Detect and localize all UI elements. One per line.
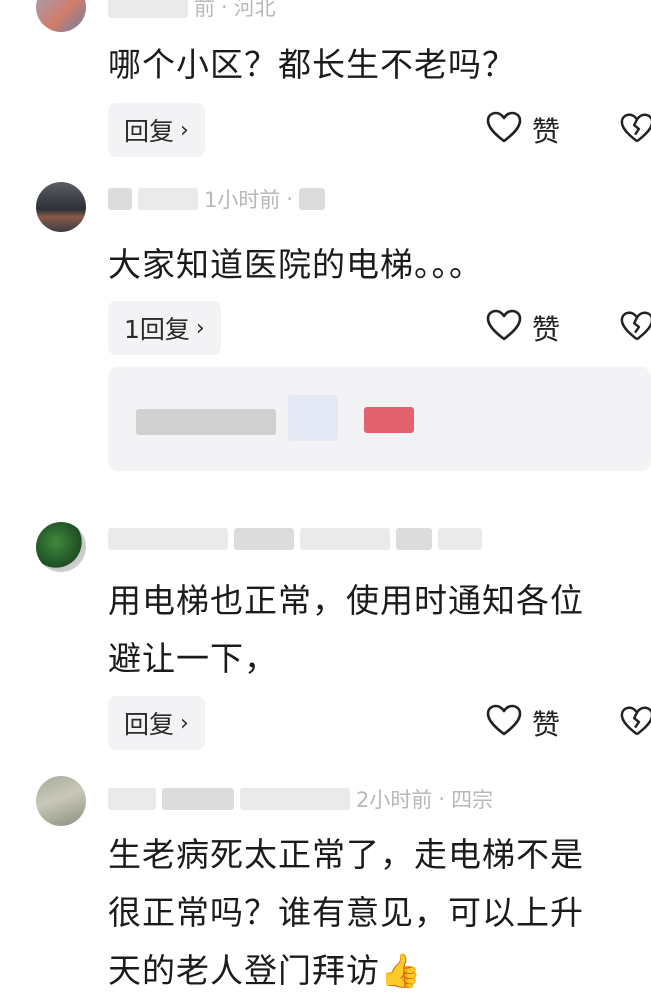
reply-label: 1回复 [124,315,190,344]
dislike-button[interactable] [620,301,651,355]
username-blurred [138,188,198,210]
comment-meta: 前 · 河北 [108,0,628,22]
comment-text: 生老病死太正常了，走电梯不是 很正常吗？谁有意见，可以上升 天的老人登门拜访👍 [108,826,638,1000]
meta-blurred [300,528,390,550]
comment-text-line: 生老病死太正常了，走电梯不是 [108,835,584,874]
chevron-right-icon: › [180,710,189,736]
like-label: 赞 [532,313,561,346]
comment-text-line: 很正常吗？谁有意见，可以上升 [108,893,584,932]
comment-location: 河北 [233,0,276,20]
chevron-right-icon: › [195,315,205,341]
comment-text-line: 避让一下， [108,639,278,678]
username-blurred [108,188,132,210]
comment-time: 1小时前 [204,188,281,212]
like-button[interactable]: 赞 [486,301,560,355]
comment-location: 四宗 [451,788,494,812]
sub-reply-blurred [288,395,338,441]
heart-outline-icon [486,309,522,348]
username-blurred [162,788,234,810]
comment-text: 大家知道医院的电梯。。。 [108,245,483,284]
username-blurred [108,528,228,550]
user-avatar[interactable] [36,776,86,826]
meta-dot: · [221,0,228,19]
meta-dot: · [438,787,446,811]
user-avatar[interactable] [36,0,86,32]
comment-text-segment: 天的老人登门拜访 [108,951,380,990]
like-button[interactable]: 赞 [486,103,560,157]
meta-dot: · [286,187,294,211]
location-blurred [299,188,326,210]
like-label: 赞 [532,708,561,741]
broken-heart-icon [620,112,651,148]
sub-reply-blurred [136,409,276,435]
thumbs-up-emoji: 👍 [380,951,423,990]
comment-time: 2小时前 [356,788,433,812]
meta-blurred [438,528,482,550]
comment-time: 前 [194,0,215,20]
comment-meta [108,524,628,554]
user-avatar[interactable] [36,522,86,572]
dislike-button[interactable] [620,103,651,157]
sub-reply-blurred [364,407,414,433]
like-button[interactable]: 赞 [486,696,560,750]
comment-text-line: 用电梯也正常，使用时通知各位 [108,581,584,620]
broken-heart-icon [620,705,651,741]
username-blurred [108,788,156,810]
comment-text: 哪个小区？都长生不老吗？ [108,45,516,84]
broken-heart-icon [620,310,651,346]
heart-outline-icon [486,704,522,743]
reply-button[interactable]: 回复 › [108,696,205,750]
like-label: 赞 [532,115,561,148]
reply-button[interactable]: 1回复 › [108,301,221,355]
username-blurred [240,788,350,810]
username-blurred [234,528,294,550]
username-blurred [108,0,188,18]
comment-meta: 2小时前 · 四宗 [108,784,628,814]
comment-meta: 1小时前 · [108,184,628,214]
comment-text: 用电梯也正常，使用时通知各位 避让一下， [108,572,638,688]
reply-label: 回复 [124,710,175,739]
heart-outline-icon [486,111,522,150]
sub-reply-panel[interactable] [108,367,651,471]
meta-blurred [396,528,432,550]
comment-text-line: 天的老人登门拜访👍 [108,942,638,1000]
reply-label: 回复 [124,117,175,146]
reply-button[interactable]: 回复 › [108,103,205,157]
user-avatar[interactable] [36,182,86,232]
chevron-right-icon: › [180,117,189,143]
dislike-button[interactable] [620,696,651,750]
